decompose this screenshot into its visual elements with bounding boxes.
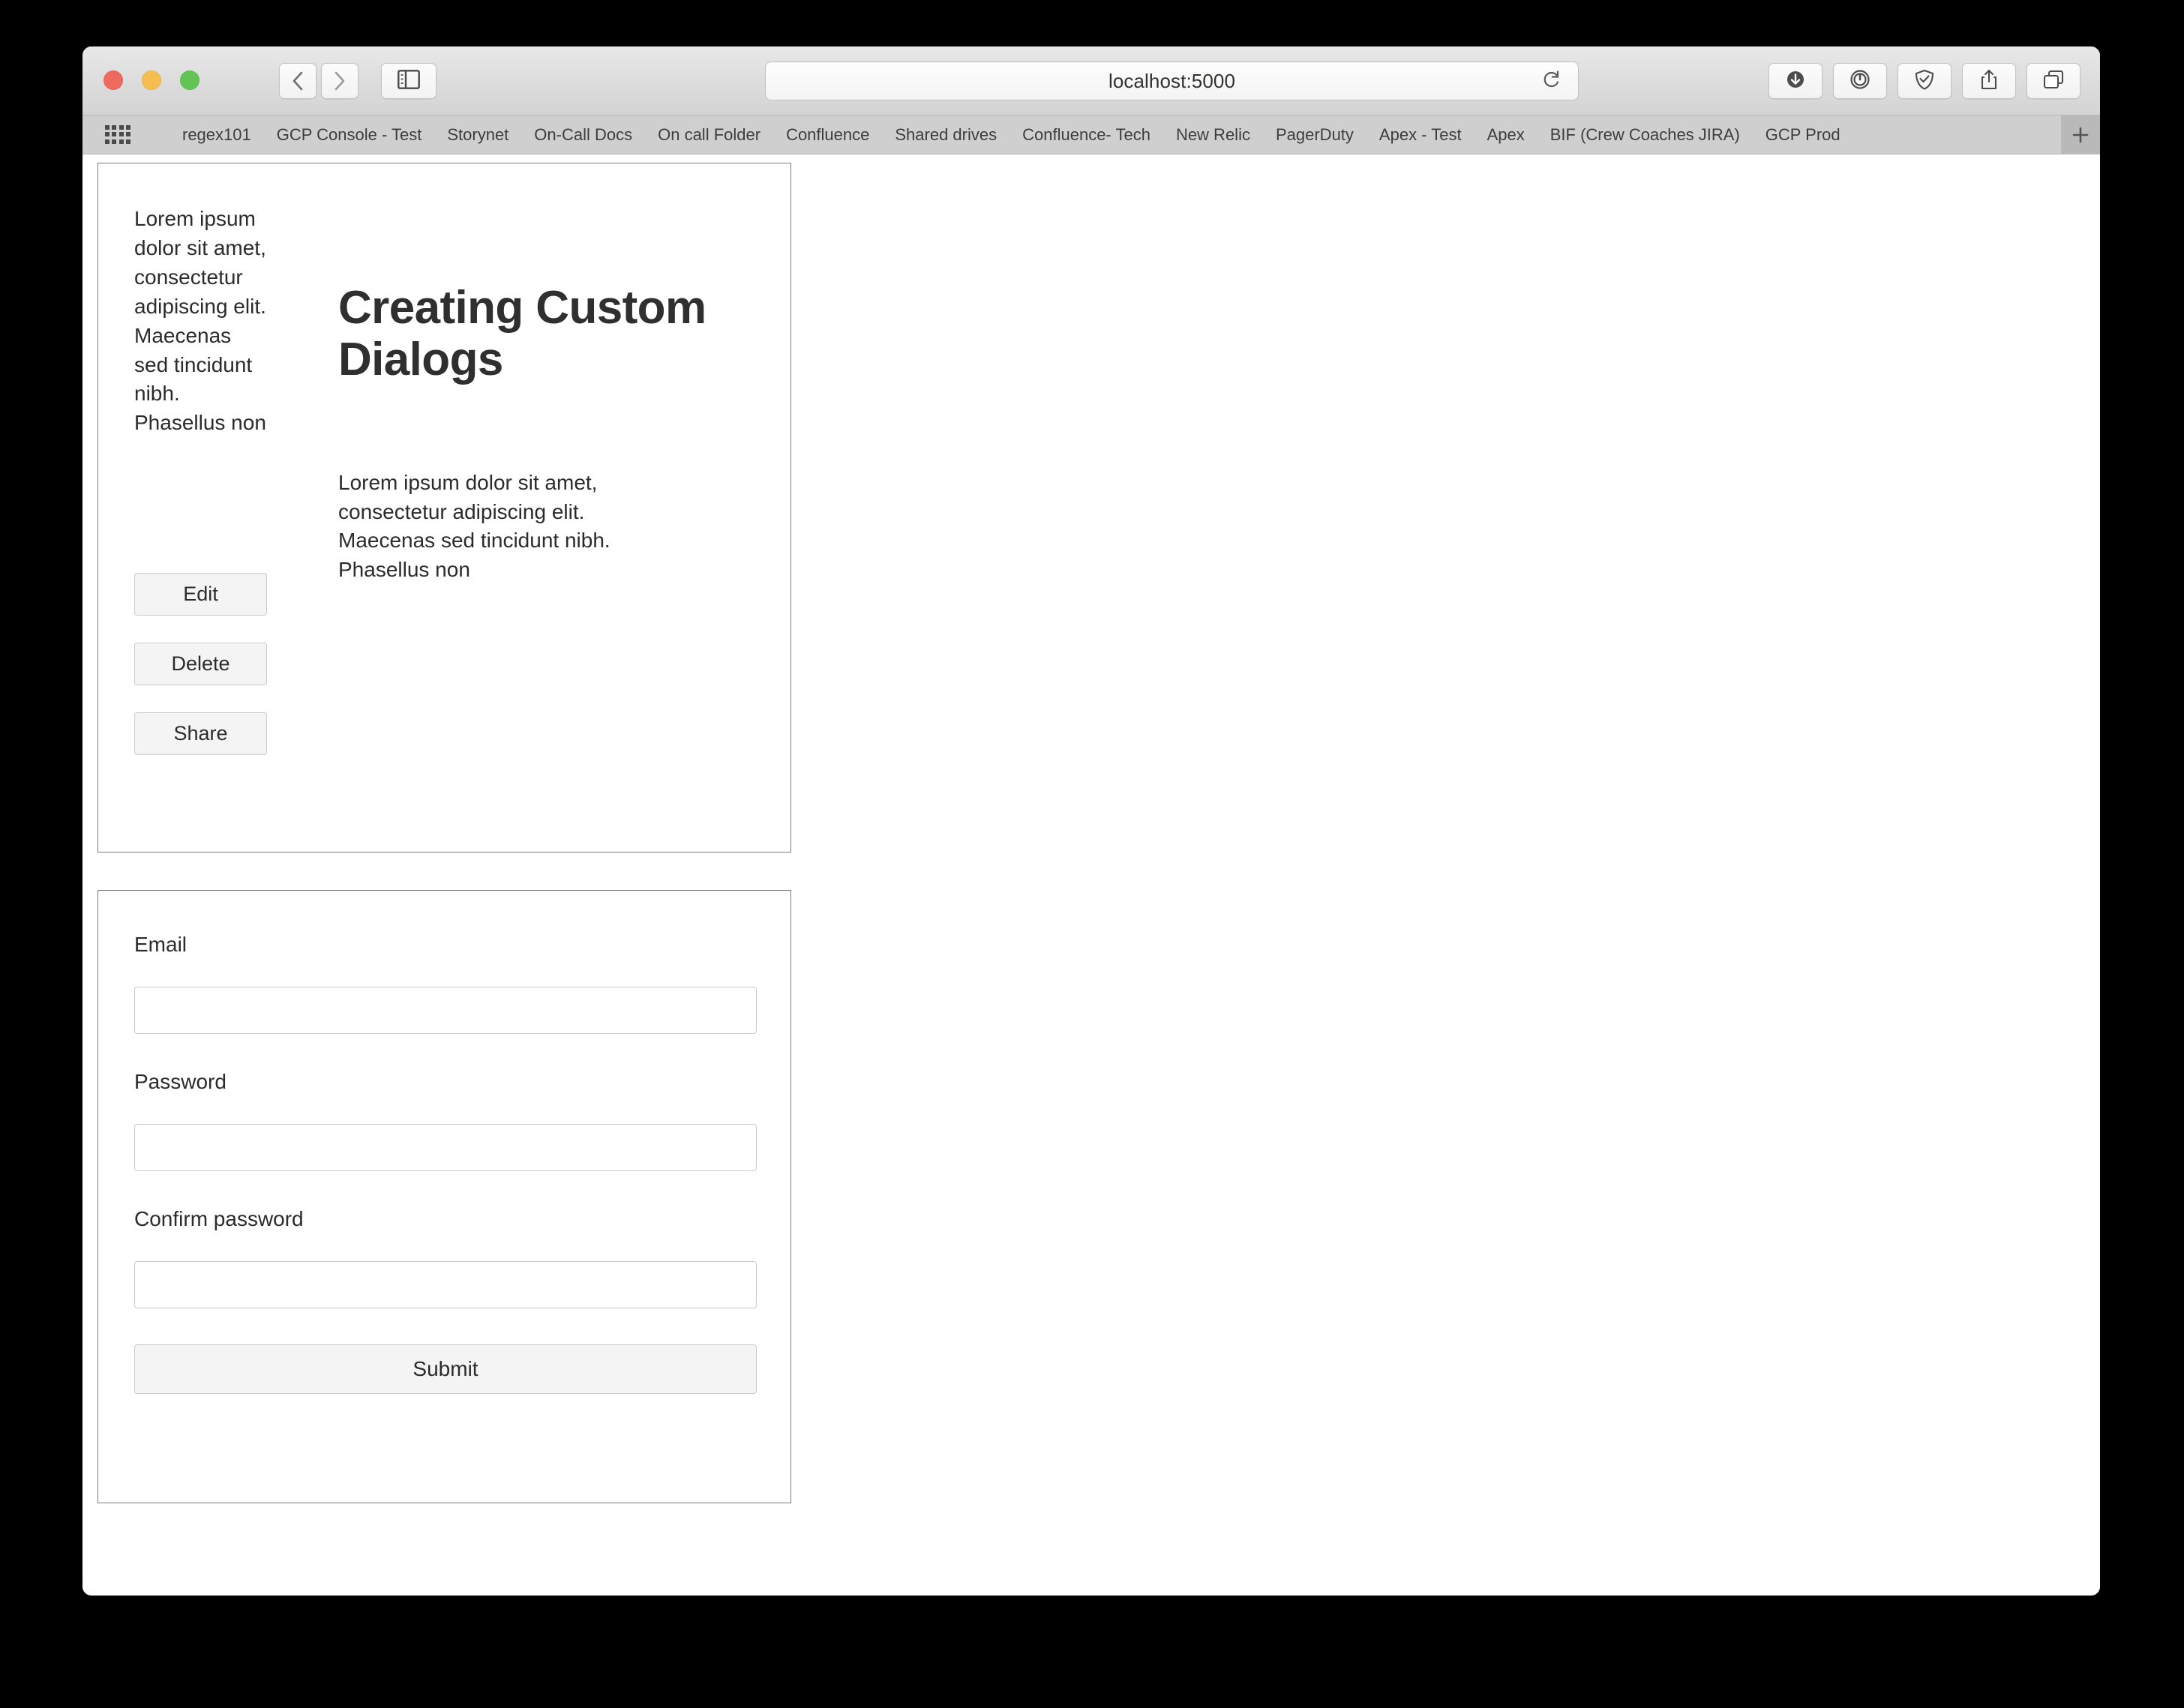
action-button-group: Edit Delete Share: [134, 573, 267, 755]
delete-button[interactable]: Delete: [134, 643, 267, 685]
bookmark-item[interactable]: GCP Console - Test: [264, 121, 435, 148]
forward-button[interactable]: [321, 63, 358, 99]
confirm-password-field[interactable]: [134, 1261, 757, 1308]
bookmark-item[interactable]: Shared drives: [882, 121, 1010, 148]
reload-icon[interactable]: [1542, 69, 1562, 94]
navigation-buttons: [279, 63, 358, 99]
edit-button[interactable]: Edit: [134, 573, 267, 616]
minimize-button[interactable]: [142, 70, 161, 90]
window-traffic-lights: [104, 70, 200, 90]
bookmark-item[interactable]: Storynet: [434, 121, 521, 148]
share-button[interactable]: Share: [134, 712, 267, 755]
shield-check-icon: [1913, 68, 1936, 94]
plus-icon: [2072, 127, 2089, 142]
privacy-report-button[interactable]: [1898, 63, 1952, 99]
close-button[interactable]: [104, 70, 123, 90]
bookmark-item[interactable]: Apex: [1474, 121, 1538, 148]
chevron-left-icon: [290, 70, 305, 92]
chevron-right-icon: [332, 70, 347, 92]
sidebar-toggle-button[interactable]: [381, 63, 436, 99]
share-icon: [1978, 68, 2000, 94]
page-title: Creating Custom Dialogs: [338, 282, 706, 386]
1password-icon: [1849, 68, 1871, 94]
card-left-column: Lorem ipsum dolor sit amet, consectetur …: [134, 205, 268, 438]
bookmark-item[interactable]: On-Call Docs: [521, 121, 645, 148]
bookmark-item[interactable]: BIF (Crew Coaches JIRA): [1538, 121, 1753, 148]
bookmarks-grid-icon[interactable]: [105, 124, 130, 145]
back-button[interactable]: [279, 63, 316, 99]
address-bar[interactable]: localhost:5000: [765, 61, 1579, 100]
bookmarks-bar: regex101 GCP Console - Test Storynet On-…: [82, 115, 2100, 154]
dialog-demo-card: Lorem ipsum dolor sit amet, consectetur …: [98, 163, 791, 853]
bookmark-item[interactable]: Confluence- Tech: [1010, 121, 1163, 148]
page-content: Lorem ipsum dolor sit amet, consectetur …: [82, 154, 2100, 1595]
downloads-icon: [1784, 68, 1807, 94]
email-field[interactable]: [134, 987, 757, 1034]
browser-toolbar: localhost:5000: [82, 46, 2100, 115]
bookmark-item[interactable]: PagerDuty: [1263, 121, 1366, 148]
sidebar-lorem-text: Lorem ipsum dolor sit amet, consectetur …: [134, 207, 266, 435]
card-right-column: Creating Custom Dialogs Lorem ipsum dolo…: [338, 205, 743, 584]
signup-form: Email Password Confirm password Submit: [134, 933, 757, 1394]
bookmark-item[interactable]: GCP Prod: [1753, 121, 1853, 148]
tab-overview-button[interactable]: [2026, 63, 2080, 99]
page-body-text: Lorem ipsum dolor sit amet, consectetur …: [338, 470, 610, 581]
zoom-button[interactable]: [180, 70, 200, 90]
share-button[interactable]: [1962, 63, 2016, 99]
downloads-button[interactable]: [1768, 63, 1822, 99]
confirm-password-label: Confirm password: [134, 1207, 304, 1230]
signup-form-card: Email Password Confirm password Submit: [98, 890, 791, 1503]
bookmark-item[interactable]: regex101: [170, 121, 264, 148]
sidebar-toggle-icon: [398, 69, 420, 93]
address-bar-text: localhost:5000: [1108, 69, 1236, 92]
email-label: Email: [134, 933, 188, 956]
bookmark-item[interactable]: New Relic: [1163, 121, 1263, 148]
bookmark-item[interactable]: On call Folder: [645, 121, 773, 148]
tab-overview-icon: [2042, 69, 2065, 94]
password-label: Password: [134, 1070, 226, 1093]
add-bookmark-button[interactable]: [2061, 115, 2100, 154]
bookmark-item[interactable]: Confluence: [773, 121, 882, 148]
submit-button[interactable]: Submit: [134, 1344, 757, 1394]
password-field[interactable]: [134, 1124, 757, 1171]
bookmark-item[interactable]: Apex - Test: [1366, 121, 1474, 148]
toolbar-extras: [1768, 63, 2080, 99]
browser-window: localhost:5000 regex101 GCP Console - Te…: [82, 46, 2100, 1596]
password-manager-button[interactable]: [1833, 63, 1887, 99]
bookmark-list: regex101 GCP Console - Test Storynet On-…: [170, 121, 2061, 148]
